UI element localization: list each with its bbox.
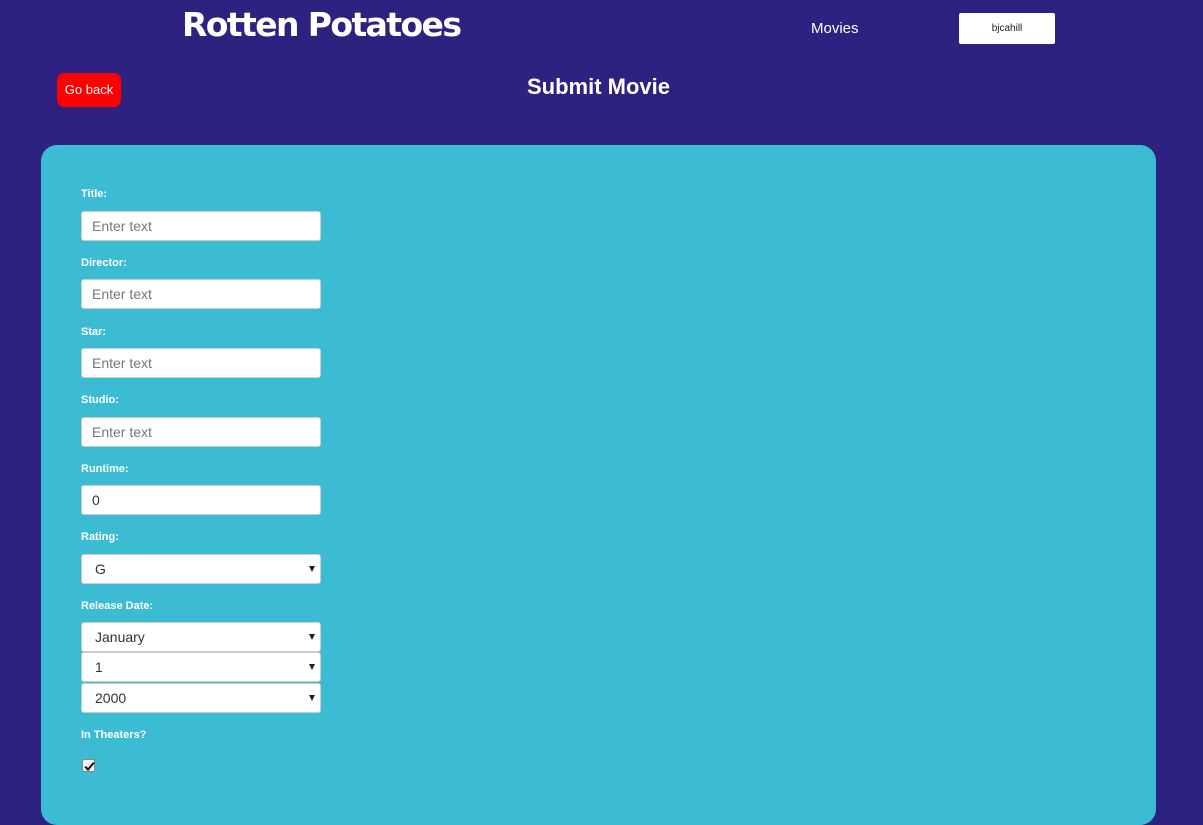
page-title-text: Submit Movie (526, 74, 670, 99)
star-input[interactable] (81, 348, 321, 378)
submit-movie-form: Title: Director: Star: Studio: Runtime: … (41, 145, 1156, 825)
release-year-select[interactable]: 2000 (81, 683, 321, 713)
runtime-label: Runtime: (81, 463, 129, 475)
nav-link-movies[interactable]: Movies (811, 20, 859, 38)
user-account-button[interactable]: bjcahill (959, 13, 1055, 44)
rating-select-value: G (95, 561, 106, 577)
release-day-value: 1 (95, 659, 103, 675)
release-year-value: 2000 (95, 690, 127, 706)
dropdown-arrow-icon (309, 695, 315, 701)
director-input[interactable] (81, 279, 321, 309)
dropdown-arrow-icon (309, 634, 315, 640)
page-title: Submit Movie (0, 72, 1203, 102)
star-label: Star: (81, 326, 107, 338)
title-label: Title: (81, 188, 108, 200)
checkmark-icon (84, 761, 95, 772)
in-theaters-checkbox[interactable] (82, 759, 95, 772)
rating-select[interactable]: G (81, 554, 321, 584)
director-label: Director: (81, 257, 127, 269)
in-theaters-label: In Theaters? (81, 729, 147, 741)
brand-logo[interactable]: Rotten Potatoes (182, 2, 462, 48)
studio-input[interactable] (81, 417, 321, 447)
release-month-value: January (95, 629, 145, 645)
release-date-label: Release Date: (81, 600, 154, 612)
dropdown-arrow-icon (309, 566, 315, 572)
title-input[interactable] (81, 211, 321, 241)
runtime-input[interactable] (81, 485, 321, 515)
studio-label: Studio: (81, 394, 119, 406)
rating-label: Rating: (81, 531, 119, 543)
dropdown-arrow-icon (309, 664, 315, 670)
top-navbar: Rotten Potatoes Movies bjcahill (0, 0, 1203, 56)
release-month-select[interactable]: January (81, 622, 321, 652)
release-day-select[interactable]: 1 (81, 652, 321, 682)
